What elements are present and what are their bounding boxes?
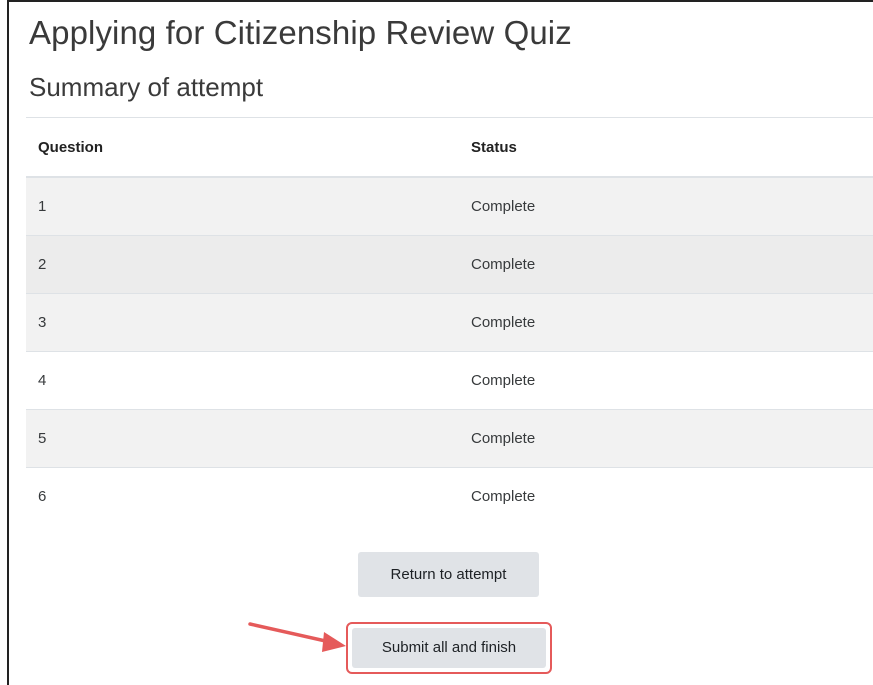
question-number: 1 [26, 176, 459, 236]
question-status: Complete [459, 409, 873, 468]
question-status: Complete [459, 351, 873, 410]
question-number: 5 [26, 409, 459, 468]
table-row: 1 Complete [26, 176, 873, 236]
section-title: Summary of attempt [29, 72, 264, 102]
page-title: Applying for Citizenship Review Quiz [29, 14, 572, 51]
column-header-status: Status [459, 117, 873, 178]
table-row: 6 Complete [26, 467, 873, 525]
attempt-summary-table: Question Status 1 Complete 2 Complete 3 … [26, 117, 873, 525]
question-number: 3 [26, 293, 459, 352]
table-row: 3 Complete [26, 293, 873, 352]
question-status: Complete [459, 293, 873, 352]
question-number: 2 [26, 235, 459, 294]
submit-all-and-finish-button[interactable]: Submit all and finish [352, 628, 546, 668]
return-to-attempt-button[interactable]: Return to attempt [358, 552, 539, 597]
table-row: 4 Complete [26, 351, 873, 410]
question-status: Complete [459, 467, 873, 525]
red-arrow-pointing-right-icon [248, 622, 346, 652]
question-status: Complete [459, 176, 873, 236]
table-header-row: Question Status [26, 117, 873, 178]
column-header-question: Question [26, 117, 459, 178]
question-number: 6 [26, 467, 459, 525]
table-row: 5 Complete [26, 409, 873, 468]
question-status: Complete [459, 235, 873, 294]
submit-highlight-box: Submit all and finish [346, 622, 552, 674]
table-row: 2 Complete [26, 235, 873, 294]
question-number: 4 [26, 351, 459, 410]
